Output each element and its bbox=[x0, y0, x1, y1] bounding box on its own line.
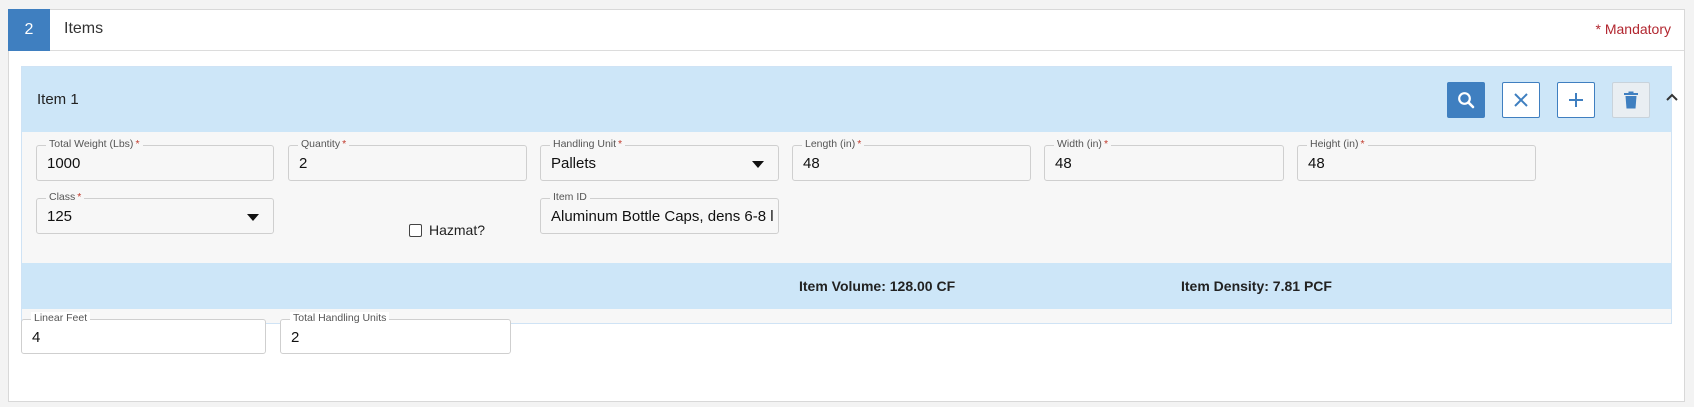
total-handling-units-field[interactable]: Total Handling Units 2 bbox=[280, 312, 511, 354]
quantity-label: Quantity bbox=[301, 138, 341, 150]
linear-feet-field[interactable]: Linear Feet 4 bbox=[21, 312, 266, 354]
item-header: Item 1 bbox=[22, 67, 1678, 132]
handling-unit-select[interactable]: Handling Unit * Pallets bbox=[540, 138, 779, 181]
total-handling-units-value: 2 bbox=[291, 329, 300, 346]
item-title: Item 1 bbox=[37, 91, 79, 108]
total-handling-units-label: Total Handling Units bbox=[290, 312, 390, 324]
required-marker: * bbox=[135, 138, 140, 150]
mandatory-note: * Mandatory bbox=[1595, 21, 1671, 37]
required-marker: * bbox=[77, 191, 82, 203]
height-value: 48 bbox=[1308, 155, 1325, 172]
length-field[interactable]: Length (in) * 48 bbox=[792, 138, 1031, 181]
search-icon bbox=[1458, 92, 1475, 109]
section-title: Items bbox=[64, 20, 104, 37]
required-marker: * bbox=[1103, 138, 1109, 150]
width-field[interactable]: Width (in) * 48 bbox=[1044, 138, 1284, 181]
total-weight-field[interactable]: Total Weight (Lbs) * 1000 bbox=[36, 138, 274, 181]
checkbox-icon[interactable] bbox=[409, 223, 422, 237]
total-weight-value: 1000 bbox=[47, 155, 81, 172]
chevron-up-icon[interactable] bbox=[1664, 89, 1680, 105]
class-value: 125 bbox=[47, 208, 73, 225]
quantity-field[interactable]: Quantity * 2 bbox=[288, 138, 527, 181]
required-marker: * bbox=[618, 138, 623, 150]
handling-unit-label: Handling Unit bbox=[553, 138, 617, 150]
quantity-value: 2 bbox=[299, 155, 308, 172]
item-id-field[interactable]: Item ID Aluminum Bottle Caps, dens 6-8 l… bbox=[540, 191, 779, 234]
search-item-button[interactable] bbox=[1447, 82, 1485, 118]
dropdown-caret-icon bbox=[247, 214, 259, 221]
item-density: Item Density: 7.81 PCF bbox=[1181, 278, 1332, 294]
add-item-button[interactable] bbox=[1557, 82, 1595, 118]
height-label: Height (in) bbox=[1310, 138, 1359, 150]
delete-item-button[interactable] bbox=[1612, 82, 1650, 118]
item-volume: Item Volume: 128.00 CF bbox=[799, 278, 956, 294]
dropdown-caret-icon bbox=[752, 161, 764, 168]
linear-feet-label: Linear Feet bbox=[31, 312, 91, 324]
class-select[interactable]: Class * 125 bbox=[36, 191, 274, 234]
required-marker: * bbox=[1360, 138, 1365, 150]
item-card: Item 1 Total Weight (Lbs) * 1000 Quantit… bbox=[21, 66, 1678, 324]
length-label: Length (in) bbox=[805, 138, 856, 150]
width-value: 48 bbox=[1055, 155, 1072, 172]
required-marker: * bbox=[857, 138, 862, 150]
hazmat-label: Hazmat? bbox=[429, 222, 486, 238]
handling-unit-value: Pallets bbox=[551, 155, 597, 172]
height-field[interactable]: Height (in) * 48 bbox=[1297, 138, 1536, 181]
item-id-label: Item ID bbox=[550, 191, 590, 203]
item-summary-bar: Item Volume: 128.00 CF Item Density: 7.8… bbox=[22, 263, 1671, 309]
class-label: Class bbox=[49, 191, 76, 203]
section-header: 2 Items * Mandatory bbox=[8, 9, 1684, 51]
item-id-value: Aluminum Bottle Caps, dens 6-8 lb pcf bbox=[551, 208, 773, 225]
length-value: 48 bbox=[803, 155, 820, 172]
width-label: Width (in) bbox=[1057, 138, 1102, 150]
clear-item-button[interactable] bbox=[1502, 82, 1540, 118]
total-weight-label: Total Weight (Lbs) bbox=[49, 138, 134, 150]
step-number: 2 bbox=[8, 9, 50, 51]
items-section: 2 Items * Mandatory Item 1 Total Weight … bbox=[8, 9, 1685, 402]
plus-icon bbox=[1569, 93, 1583, 107]
hazmat-checkbox[interactable]: Hazmat? bbox=[409, 222, 485, 238]
linear-feet-value: 4 bbox=[32, 329, 41, 346]
trash-icon bbox=[1624, 91, 1638, 109]
required-marker: * bbox=[342, 138, 347, 150]
close-icon bbox=[1514, 93, 1528, 107]
